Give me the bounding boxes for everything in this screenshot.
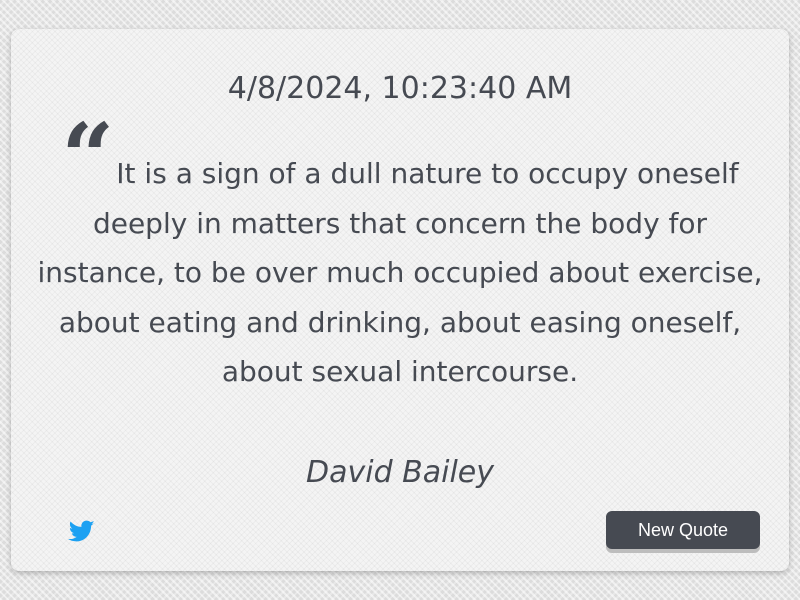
tweet-button[interactable] bbox=[67, 517, 95, 545]
quote-mark-icon: “ bbox=[61, 103, 114, 211]
quote-text-block: “It is a sign of a dull nature to occupy… bbox=[35, 103, 765, 397]
twitter-icon bbox=[68, 520, 95, 542]
quote-text: It is a sign of a dull nature to occupy … bbox=[37, 157, 763, 388]
new-quote-button[interactable]: New Quote bbox=[606, 511, 760, 549]
quote-author: David Bailey bbox=[306, 455, 494, 490]
timestamp: 4/8/2024, 10:23:40 AM bbox=[227, 71, 573, 106]
quote-card: 4/8/2024, 10:23:40 AM “It is a sign of a… bbox=[11, 29, 789, 571]
